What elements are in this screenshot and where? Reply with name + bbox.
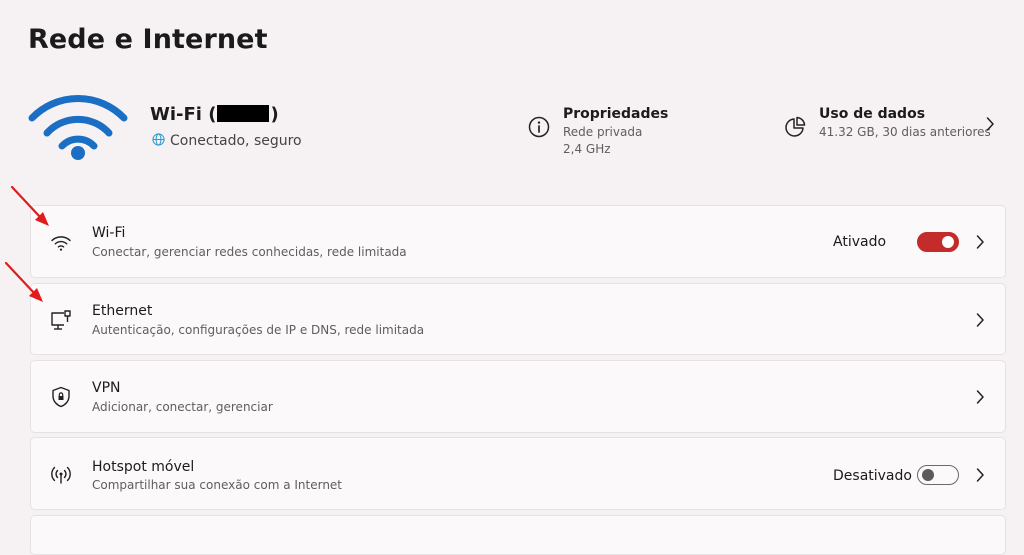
chevron-right-icon[interactable] [975,389,985,405]
connection-name-prefix: Wi-Fi ( [150,104,217,125]
connection-name-suffix: ) [270,104,279,125]
vpn-card-description: Adicionar, conectar, gerenciar [92,400,273,414]
vpn-shield-icon [52,386,70,408]
hotspot-card-title: Hotspot móvel [92,459,195,475]
page-title: Rede e Internet [28,24,268,55]
wifi-large-icon [28,95,128,160]
ethernet-icon [51,310,71,330]
chevron-right-icon[interactable] [975,312,985,328]
wifi-icon [51,236,71,251]
hotspot-state-label: Desativado [833,468,912,484]
hotspot-card-description: Compartilhar sua conexão com a Internet [92,478,343,492]
data-usage-chevron-icon[interactable] [985,116,995,132]
wifi-card-description: Conectar, gerenciar redes conhecidas, re… [92,245,407,259]
ethernet-settings-card[interactable]: Ethernet Autenticação, configurações de … [30,283,1006,355]
vpn-card-title: VPN [92,380,121,396]
chevron-right-icon[interactable] [975,234,985,250]
hotspot-icon [51,466,71,484]
data-usage-title: Uso de dados [819,106,926,122]
ethernet-card-title: Ethernet [92,303,153,319]
next-settings-card[interactable] [30,515,1006,555]
toggle-knob [942,236,954,248]
toggle-knob [922,469,934,481]
wifi-settings-card[interactable]: Wi-Fi Conectar, gerenciar redes conhecid… [30,205,1006,278]
info-icon [528,116,550,138]
data-usage-detail: 41.32 GB, 30 dias anteriores [819,125,991,139]
globe-icon [152,133,165,146]
properties-network-type: Rede privada [563,125,643,139]
hotspot-toggle[interactable] [917,465,959,485]
wifi-state-label: Ativado [833,234,887,250]
connection-status-text: Conectado, seguro [170,133,302,149]
ethernet-card-description: Autenticação, configurações de IP e DNS,… [92,323,425,337]
hotspot-settings-card[interactable]: Hotspot móvel Compartilhar sua conexão c… [30,437,1006,510]
connection-status: Conectado, seguro [152,133,302,149]
wifi-toggle[interactable] [917,232,959,252]
chevron-right-icon[interactable] [975,467,985,483]
redacted-network-name [217,105,270,122]
connection-name: Wi-Fi () [150,104,279,125]
properties-band: 2,4 GHz [563,142,611,156]
wifi-card-title: Wi-Fi [92,225,126,241]
vpn-settings-card[interactable]: VPN Adicionar, conectar, gerenciar [30,360,1006,433]
properties-title: Propriedades [563,106,669,122]
pie-chart-icon [785,116,806,137]
